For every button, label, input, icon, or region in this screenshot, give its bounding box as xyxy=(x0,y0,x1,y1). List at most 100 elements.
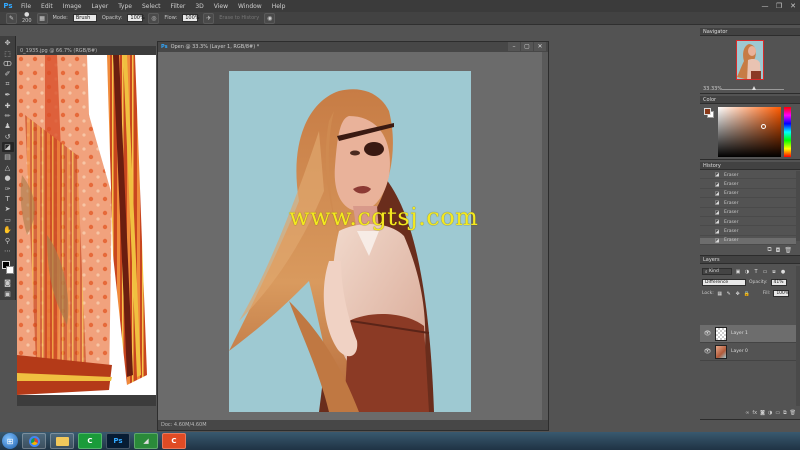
menu-filter[interactable]: Filter xyxy=(166,3,191,10)
menu-3d[interactable]: 3D xyxy=(190,3,208,10)
menu-type[interactable]: Type xyxy=(113,3,137,10)
navigator-zoom-knob[interactable] xyxy=(752,86,756,90)
flow-input[interactable]: 100% xyxy=(182,14,200,22)
menu-view[interactable]: View xyxy=(209,3,233,10)
crop-tool-icon[interactable]: ⌗ xyxy=(2,80,14,90)
adjustment-layer-icon[interactable]: ◑ xyxy=(768,410,772,416)
dodge-tool-icon[interactable]: ● xyxy=(2,173,14,183)
filter-shape-icon[interactable]: ▭ xyxy=(762,269,768,275)
pressure-size-icon[interactable]: ◉ xyxy=(264,12,276,24)
layers-scrollbar[interactable] xyxy=(796,266,800,406)
history-state[interactable]: ◪ Eraser xyxy=(700,228,796,236)
more-tools-icon[interactable]: ⋯ xyxy=(2,246,14,256)
minimize-button[interactable]: — xyxy=(758,0,772,12)
hand-tool-icon[interactable]: ✋ xyxy=(2,225,14,235)
lock-image-icon[interactable]: ✎ xyxy=(726,291,732,297)
menu-layer[interactable]: Layer xyxy=(86,3,113,10)
blur-tool-icon[interactable]: △ xyxy=(2,163,14,173)
new-document-from-state-icon[interactable]: ⧉ xyxy=(767,246,771,254)
folder-icon[interactable] xyxy=(50,433,74,449)
layer-row-layer-1[interactable]: 👁 Layer 1 xyxy=(700,325,796,343)
eraser-tool-icon[interactable]: ◪ xyxy=(1,141,14,153)
c-app-icon[interactable]: C xyxy=(162,433,186,449)
filter-toggle-icon[interactable]: ● xyxy=(780,269,786,275)
layer-filter-select[interactable]: ⌕ Kind xyxy=(702,268,732,275)
photoshop-icon[interactable]: Ps xyxy=(106,433,130,449)
marquee-tool-icon[interactable]: ⬚ xyxy=(2,48,14,58)
photoshop-logo-icon[interactable]: Ps xyxy=(0,0,16,12)
color-swatches[interactable] xyxy=(1,260,15,278)
document-title-bar[interactable]: Ps Open @ 33.3% (Layer 1, RGB/8#) * xyxy=(158,42,548,52)
chrome-icon[interactable] xyxy=(22,433,46,449)
quick-mask-icon[interactable]: ◙ xyxy=(2,278,14,288)
brush-preset-picker[interactable]: ● 200 xyxy=(22,12,32,25)
navigator-panel-title[interactable]: Navigator xyxy=(700,28,800,36)
trash-icon[interactable]: 🗑 xyxy=(784,247,792,254)
menu-edit[interactable]: Edit xyxy=(36,3,58,10)
visibility-eye-icon[interactable]: 👁 xyxy=(704,330,712,337)
lock-position-icon[interactable]: ✥ xyxy=(735,291,741,297)
filter-smart-object-icon[interactable]: ⧈ xyxy=(771,269,777,275)
color-panel-title[interactable]: Color xyxy=(700,96,800,104)
hue-slider[interactable] xyxy=(784,107,791,157)
doc-minimize-button[interactable]: – xyxy=(508,42,520,51)
shape-tool-icon[interactable]: ▭ xyxy=(2,215,14,225)
color-saturation-field[interactable] xyxy=(718,107,781,157)
erase-to-history-label[interactable]: Erase to History xyxy=(219,15,259,21)
close-button[interactable]: ✕ xyxy=(786,0,800,12)
snapshot-camera-icon[interactable]: ◘ xyxy=(776,247,781,254)
pressure-opacity-icon[interactable]: ◎ xyxy=(148,12,160,24)
camtasia-icon[interactable]: C xyxy=(78,433,102,449)
layer-row-layer-0[interactable]: 👁 Layer 0 xyxy=(700,343,796,361)
lock-all-icon[interactable]: 🔒 xyxy=(744,291,750,297)
document-tab-saree[interactable]: 0_1935.jpg @ 66.7% (RGB/8#) xyxy=(17,46,156,55)
filter-type-icon[interactable]: T xyxy=(753,269,759,275)
healing-brush-tool-icon[interactable]: ✚ xyxy=(2,100,14,110)
history-state[interactable]: ◪ Eraser xyxy=(700,200,796,208)
eraser-tool-preset-icon[interactable]: ✎ xyxy=(6,12,17,24)
portrait-canvas[interactable] xyxy=(229,71,471,412)
document-vertical-scrollbar[interactable] xyxy=(542,52,548,420)
history-brush-tool-icon[interactable]: ↺ xyxy=(2,132,14,142)
saree-canvas[interactable] xyxy=(17,55,156,395)
mode-select[interactable]: Brush xyxy=(72,14,97,22)
menu-file[interactable]: File xyxy=(16,3,36,10)
history-state[interactable]: ◪ Eraser xyxy=(700,219,796,227)
history-state[interactable]: ◪ Eraser xyxy=(700,181,796,189)
color-panel-fg-swatch[interactable] xyxy=(704,108,711,115)
layers-panel-title[interactable]: Layers xyxy=(700,256,800,264)
type-tool-icon[interactable]: T xyxy=(2,194,14,204)
menu-window[interactable]: Window xyxy=(233,3,267,10)
start-orb-icon[interactable]: ⊞ xyxy=(2,433,18,449)
filter-pixel-icon[interactable]: ▣ xyxy=(735,269,741,275)
screen-mode-icon[interactable]: ▣ xyxy=(2,289,14,299)
history-panel-title[interactable]: History xyxy=(700,162,800,170)
gradient-tool-icon[interactable]: ▤ xyxy=(2,152,14,162)
layer-opacity-input[interactable]: 41% xyxy=(770,279,787,286)
history-state[interactable]: ◪ Eraser xyxy=(700,191,796,199)
layer-style-fx-icon[interactable]: fx xyxy=(752,410,757,416)
navigator-zoom-value[interactable]: 33.33% xyxy=(703,86,722,92)
history-scrollbar[interactable] xyxy=(796,171,800,241)
pen-tool-icon[interactable]: ✑ xyxy=(2,183,14,193)
filter-adjustment-icon[interactable]: ◑ xyxy=(744,269,750,275)
quick-select-tool-icon[interactable]: ✐ xyxy=(2,69,14,79)
lock-transparent-icon[interactable]: ▦ xyxy=(717,291,723,297)
layer-fill-input[interactable]: 100% xyxy=(773,290,790,297)
doc-close-button[interactable]: ✕ xyxy=(534,42,546,51)
menu-select[interactable]: Select xyxy=(137,3,166,10)
history-state[interactable]: ◪ Eraser xyxy=(700,172,796,180)
delete-layer-trash-icon[interactable]: 🗑 xyxy=(790,410,796,416)
brush-panel-toggle-icon[interactable]: ▦ xyxy=(36,12,48,24)
doc-maximize-button[interactable]: ▢ xyxy=(521,42,533,51)
airbrush-icon[interactable]: ✈ xyxy=(203,12,215,24)
new-layer-icon[interactable]: ⧉ xyxy=(783,410,787,416)
layer-name[interactable]: Layer 1 xyxy=(731,331,748,336)
blend-mode-select[interactable]: Difference xyxy=(702,279,746,286)
layer-mask-icon[interactable]: ◙ xyxy=(760,410,765,416)
eyedropper-tool-icon[interactable]: ✒ xyxy=(2,90,14,100)
link-layers-icon[interactable]: ∞ xyxy=(745,410,749,416)
restore-button[interactable]: ❐ xyxy=(772,0,786,12)
color-picker-indicator[interactable] xyxy=(761,124,766,129)
green-app-icon[interactable]: ◢ xyxy=(134,433,158,449)
